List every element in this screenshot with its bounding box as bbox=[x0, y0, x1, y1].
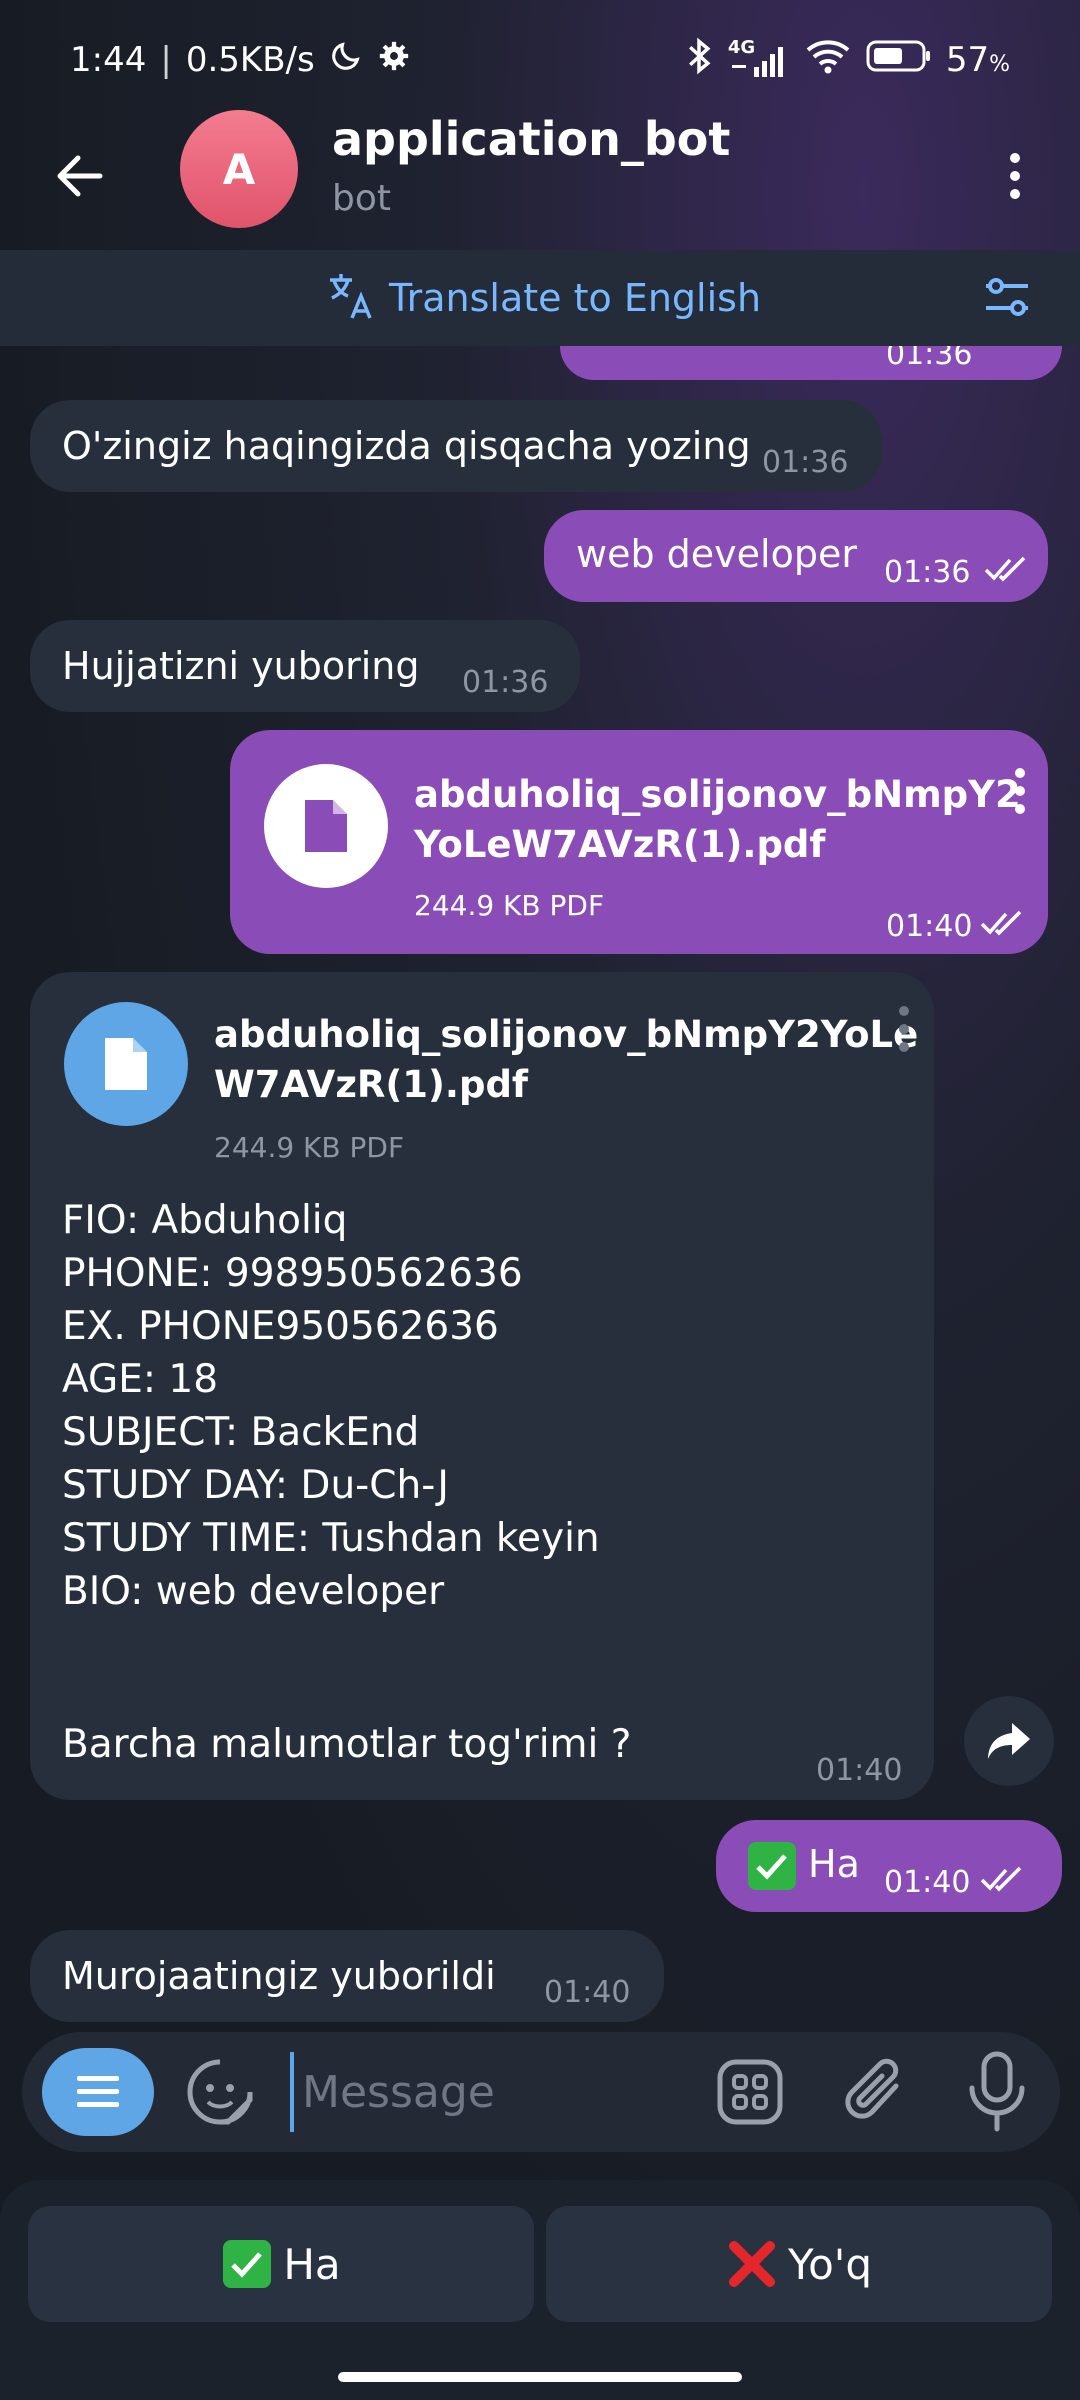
message-text: Murojaatingiz yuborildi bbox=[62, 1954, 496, 1998]
message-incoming[interactable]: Murojaatingiz yuborildi 01:40 bbox=[30, 1930, 664, 2022]
keyboard-yes-button[interactable]: Ha bbox=[28, 2206, 534, 2322]
status-time: 1:44 bbox=[70, 40, 147, 80]
hamburger-icon bbox=[77, 2076, 119, 2107]
battery-percent: 57 bbox=[945, 40, 990, 80]
chat-header: A application_bot bot bbox=[0, 110, 1080, 250]
arrow-left-icon bbox=[57, 155, 103, 197]
message-time: 01:36 bbox=[762, 445, 849, 480]
status-left: 1:44 | 0.5KB/s bbox=[70, 39, 411, 82]
back-button[interactable] bbox=[50, 146, 110, 206]
wifi-icon bbox=[804, 37, 852, 84]
cross-mark-icon bbox=[729, 2241, 775, 2287]
message-incoming[interactable]: Hujjatizni yuboring 01:36 bbox=[30, 620, 580, 712]
keyboard-no-label: Yo'q bbox=[788, 2239, 872, 2289]
detail-line: STUDY DAY: Du-Ch-J bbox=[62, 1463, 449, 1508]
keyboard-no-button[interactable]: Yo'q bbox=[546, 2206, 1052, 2322]
status-speed: 0.5KB/s bbox=[185, 40, 315, 80]
file-name: abduholiq_solijonov_bNmpY2YoLe W7AVzR(1)… bbox=[214, 1010, 918, 1111]
file-name-line: abduholiq_solijonov_bNmpY2YoLe bbox=[214, 1013, 919, 1056]
file-size: 244.9 KB PDF bbox=[414, 889, 605, 922]
detail-line: STUDY TIME: Tushdan keyin bbox=[62, 1516, 600, 1561]
detail-line: AGE: 18 bbox=[62, 1357, 219, 1402]
reply-keyboard: Ha Yo'q bbox=[0, 2180, 1080, 2400]
paperclip-icon bbox=[845, 2058, 899, 2119]
file-name-line: W7AVzR(1).pdf bbox=[214, 1063, 529, 1107]
message-incoming[interactable]: O'zingiz haqingizda qisqacha yozing 01:3… bbox=[30, 400, 882, 492]
message-text: Hujjatizni yuboring bbox=[62, 644, 420, 688]
battery-level: 57% bbox=[946, 40, 1010, 80]
keyboard-yes-label: Ha bbox=[283, 2239, 341, 2289]
double-check-icon bbox=[980, 910, 1022, 936]
gear-icon bbox=[377, 39, 411, 82]
confirmation-question: Barcha malumotlar tog'rimi ? bbox=[62, 1722, 632, 1767]
message-outgoing[interactable]: web developer 01:36 bbox=[544, 510, 1048, 602]
file-message-outgoing[interactable]: abduholiq_solijonov_bNmpY2 YoLeW7AVzR(1)… bbox=[230, 730, 1048, 954]
sticker-icon bbox=[187, 2059, 253, 2125]
bot-menu-button[interactable] bbox=[42, 2048, 154, 2136]
file-name-line: YoLeW7AVzR(1).pdf bbox=[414, 823, 826, 867]
document-icon[interactable] bbox=[264, 764, 388, 888]
battery-icon bbox=[866, 38, 932, 83]
moon-icon bbox=[329, 39, 363, 82]
file-name-line: abduholiq_solijonov_bNmpY2 bbox=[414, 773, 1021, 816]
attach-button[interactable] bbox=[840, 2054, 910, 2130]
detail-line: BIO: web developer bbox=[62, 1569, 445, 1614]
battery-unit: % bbox=[989, 52, 1010, 77]
message-time: 01:40 bbox=[884, 1865, 971, 1900]
bot-commands-button[interactable] bbox=[716, 2058, 784, 2126]
status-divider: | bbox=[160, 40, 172, 80]
file-name: abduholiq_solijonov_bNmpY2 YoLeW7AVzR(1)… bbox=[414, 770, 1021, 871]
translate-icon bbox=[326, 270, 378, 326]
detail-line: PHONE: 998950562636 bbox=[62, 1251, 523, 1296]
signal-icon: 4G bbox=[728, 37, 790, 79]
message-composer bbox=[22, 2032, 1060, 2152]
status-bar: 1:44 | 0.5KB/s 4G 57% bbox=[0, 0, 1080, 120]
emoji-button[interactable] bbox=[184, 2056, 256, 2128]
status-right: 4G 57% bbox=[684, 37, 1010, 84]
forward-button[interactable] bbox=[964, 1696, 1054, 1786]
message-time: 01:36 bbox=[884, 555, 971, 590]
file-size: 244.9 KB PDF bbox=[214, 1131, 405, 1164]
message-outgoing[interactable]: Ha 01:40 bbox=[716, 1820, 1062, 1912]
message-time: 01:36 bbox=[462, 665, 549, 700]
check-mark-icon bbox=[223, 2240, 272, 2288]
sliders-icon[interactable] bbox=[982, 272, 1032, 326]
detail-line: FIO: Abduholiq bbox=[62, 1198, 348, 1243]
share-arrow-icon bbox=[988, 1723, 1030, 1759]
message-time: 01:40 bbox=[816, 1753, 903, 1788]
message-time: 01:36 bbox=[886, 346, 973, 372]
microphone-icon bbox=[969, 2051, 1025, 2132]
check-mark-icon bbox=[748, 1842, 796, 1890]
application-details: FIO: Abduholiq PHONE: 998950562636 EX. P… bbox=[62, 1194, 600, 1618]
message-text: Ha bbox=[808, 1842, 860, 1886]
avatar[interactable]: A bbox=[180, 110, 298, 228]
double-check-icon bbox=[980, 1866, 1022, 1892]
bluetooth-icon bbox=[684, 37, 714, 84]
detail-line: EX. PHONE950562636 bbox=[62, 1304, 499, 1349]
message-time: 01:40 bbox=[886, 909, 973, 944]
translate-bar[interactable]: Translate to English bbox=[0, 250, 1080, 346]
translate-label: Translate to English bbox=[388, 276, 762, 320]
message-time: 01:40 bbox=[544, 1975, 631, 2010]
chat-subtitle: bot bbox=[332, 178, 391, 219]
home-indicator[interactable] bbox=[338, 2372, 742, 2382]
detail-line: SUBJECT: BackEnd bbox=[62, 1410, 420, 1455]
voice-button[interactable] bbox=[966, 2050, 1028, 2134]
summary-message[interactable]: abduholiq_solijonov_bNmpY2YoLe W7AVzR(1)… bbox=[30, 972, 934, 1800]
chat-title[interactable]: application_bot bbox=[332, 112, 730, 166]
more-vertical-icon[interactable] bbox=[1010, 766, 1030, 816]
document-icon[interactable] bbox=[64, 1002, 188, 1126]
more-vertical-icon[interactable] bbox=[894, 1004, 914, 1054]
message-outgoing-partial[interactable]: 01:36 bbox=[560, 346, 1062, 380]
message-input[interactable] bbox=[290, 2052, 710, 2132]
double-check-icon bbox=[984, 556, 1026, 582]
more-vertical-icon bbox=[1010, 153, 1020, 199]
avatar-letter: A bbox=[222, 144, 256, 194]
more-menu-button[interactable] bbox=[1000, 146, 1030, 206]
message-text: web developer bbox=[576, 532, 857, 576]
message-text: O'zingiz haqingizda qisqacha yozing bbox=[62, 424, 751, 468]
grid-icon bbox=[717, 2059, 783, 2125]
